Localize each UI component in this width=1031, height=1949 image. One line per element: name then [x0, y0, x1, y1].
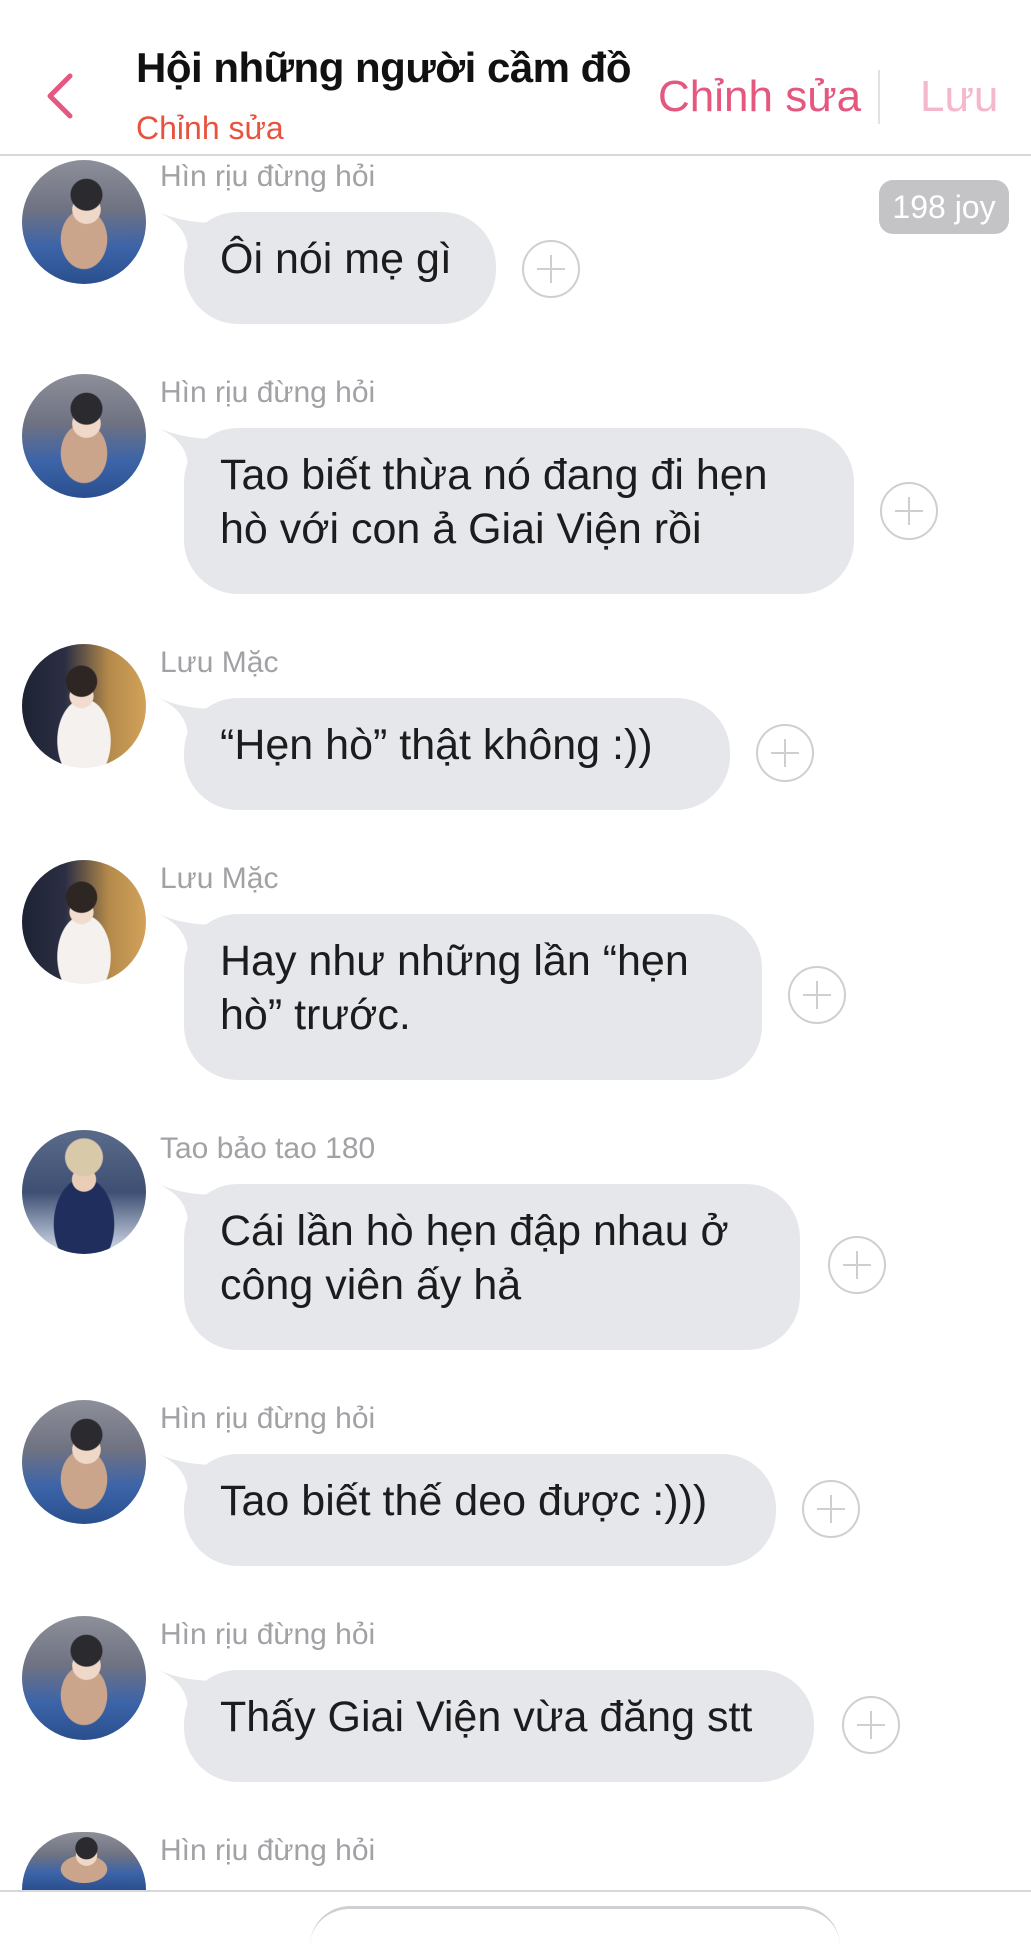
avatar[interactable] [22, 1130, 146, 1254]
chat-subtitle[interactable]: Chỉnh sửa [136, 110, 284, 147]
plus-circle-icon[interactable] [880, 482, 938, 540]
avatar[interactable] [22, 860, 146, 984]
chat-header: Hội những người cầm đồ Chỉnh sửa Chỉnh s… [0, 0, 1031, 156]
sender-name: Lưu Mặc [160, 646, 279, 679]
avatar[interactable] [22, 160, 146, 284]
message-bubble[interactable]: Tao biết thế deo được :))) [184, 1454, 776, 1566]
avatar[interactable] [22, 1400, 146, 1524]
plus-circle-icon[interactable] [828, 1236, 886, 1294]
edit-button[interactable]: Chỉnh sửa [658, 72, 861, 122]
message-line: “Hẹn hò” thật không :)) [220, 721, 653, 769]
message-line: Cái lần hò hẹn đập nhau ở [220, 1207, 729, 1255]
plus-circle-icon[interactable] [802, 1480, 860, 1538]
sender-name: Hìn rịu đừng hỏi [160, 1618, 376, 1651]
avatar[interactable] [22, 1832, 146, 1890]
message-line: Thấy Giai Viện vừa đăng stt [220, 1693, 753, 1741]
message-line: hò với con ả Giai Viện rồi [220, 505, 702, 553]
sender-name: Hìn rịu đừng hỏi [160, 376, 376, 409]
message-line: hò” trước. [220, 991, 411, 1039]
message-line: công viên ấy hả [220, 1261, 522, 1309]
message-bubble[interactable]: Hay như những lần “hẹn hò” trước. [184, 914, 762, 1080]
plus-circle-icon[interactable] [788, 966, 846, 1024]
chevron-left-icon [47, 73, 73, 119]
message-line: Hay như những lần “hẹn [220, 937, 689, 985]
plus-circle-icon[interactable] [522, 240, 580, 298]
message-line: Tao biết thế deo được :))) [220, 1477, 708, 1525]
plus-circle-icon[interactable] [842, 1696, 900, 1754]
sender-name: Hìn rịu đừng hỏi [160, 1402, 376, 1435]
message-bubble[interactable]: “Hẹn hò” thật không :)) [184, 698, 730, 810]
sender-name: Tao bảo tao 180 [160, 1132, 376, 1165]
sender-name: Hìn rịu đừng hỏi [160, 1834, 376, 1867]
message-bubble[interactable]: Ôi nói mẹ gì [184, 212, 496, 324]
header-divider [878, 70, 880, 124]
message-line: Ôi nói mẹ gì [220, 235, 452, 283]
message-line: Tao biết thừa nó đang đi hẹn [220, 451, 768, 499]
save-button[interactable]: Lưu [920, 72, 998, 122]
joy-badge: 198 joy [879, 180, 1009, 234]
message-bubble[interactable]: Thấy Giai Viện vừa đăng stt [184, 1670, 814, 1782]
avatar[interactable] [22, 1616, 146, 1740]
message-bubble[interactable]: Cái lần hò hẹn đập nhau ở công viên ấy h… [184, 1184, 800, 1350]
sender-name: Hìn rịu đừng hỏi [160, 160, 376, 193]
avatar[interactable] [22, 374, 146, 498]
sender-name: Lưu Mặc [160, 862, 279, 895]
input-bar-edge [310, 1906, 840, 1949]
back-button[interactable] [36, 66, 86, 126]
plus-circle-icon[interactable] [756, 724, 814, 782]
chat-title: Hội những người cầm đồ [136, 44, 632, 91]
bottom-divider [0, 1890, 1031, 1892]
message-bubble[interactable]: Tao biết thừa nó đang đi hẹn hò với con … [184, 428, 854, 594]
avatar[interactable] [22, 644, 146, 768]
